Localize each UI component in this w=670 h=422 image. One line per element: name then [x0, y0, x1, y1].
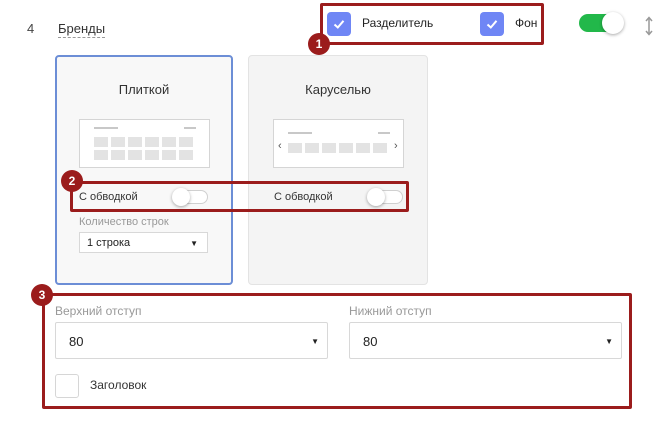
check-icon [486, 20, 498, 29]
carousel-prev-icon: ‹ [278, 140, 282, 152]
background-label: Фон [515, 16, 538, 30]
carousel-border-toggle[interactable] [367, 188, 403, 206]
toggle-knob [602, 12, 624, 34]
bottom-padding-value: 80 [363, 334, 378, 349]
divider-checkbox[interactable] [327, 12, 351, 36]
rows-count-select[interactable]: 1 строка ▼ [79, 232, 208, 253]
bottom-padding-label: Нижний отступ [349, 304, 432, 318]
layout-title-carousel: Каруселью [305, 82, 371, 97]
toggle-knob [367, 188, 385, 206]
top-padding-value: 80 [69, 334, 84, 349]
drag-handle-icon[interactable] [643, 15, 655, 37]
badge-3: 3 [31, 284, 53, 306]
background-checkbox[interactable] [480, 12, 504, 36]
chevron-down-icon: ▼ [605, 337, 613, 346]
enable-toggle[interactable] [579, 12, 624, 34]
layout-title-tiles: Плиткой [118, 82, 170, 97]
top-padding-select[interactable]: 80 ▼ [55, 322, 328, 359]
badge-2: 2 [61, 170, 83, 192]
carousel-preview: ‹ › [273, 119, 404, 168]
divider-label: Разделитель [362, 16, 434, 30]
toggle-knob [172, 188, 190, 206]
check-icon [333, 20, 345, 29]
carousel-next-icon: › [394, 140, 398, 152]
carousel-border-label: С обводкой [274, 191, 333, 203]
row-title[interactable]: Бренды [58, 21, 106, 38]
rows-count-value: 1 строка [87, 237, 131, 249]
row-number: 4 [27, 21, 35, 36]
heading-checkbox[interactable] [55, 374, 79, 398]
rows-count-label: Количество строк [79, 216, 169, 228]
badge-1: 1 [308, 33, 330, 55]
bottom-padding-select[interactable]: 80 ▼ [349, 322, 622, 359]
tiles-preview [79, 119, 210, 168]
tiles-border-label: С обводкой [79, 191, 138, 203]
chevron-down-icon: ▼ [190, 239, 198, 248]
heading-label: Заголовок [90, 378, 147, 392]
chevron-down-icon: ▼ [311, 337, 319, 346]
tiles-border-toggle[interactable] [172, 188, 208, 206]
top-padding-label: Верхний отступ [55, 304, 142, 318]
